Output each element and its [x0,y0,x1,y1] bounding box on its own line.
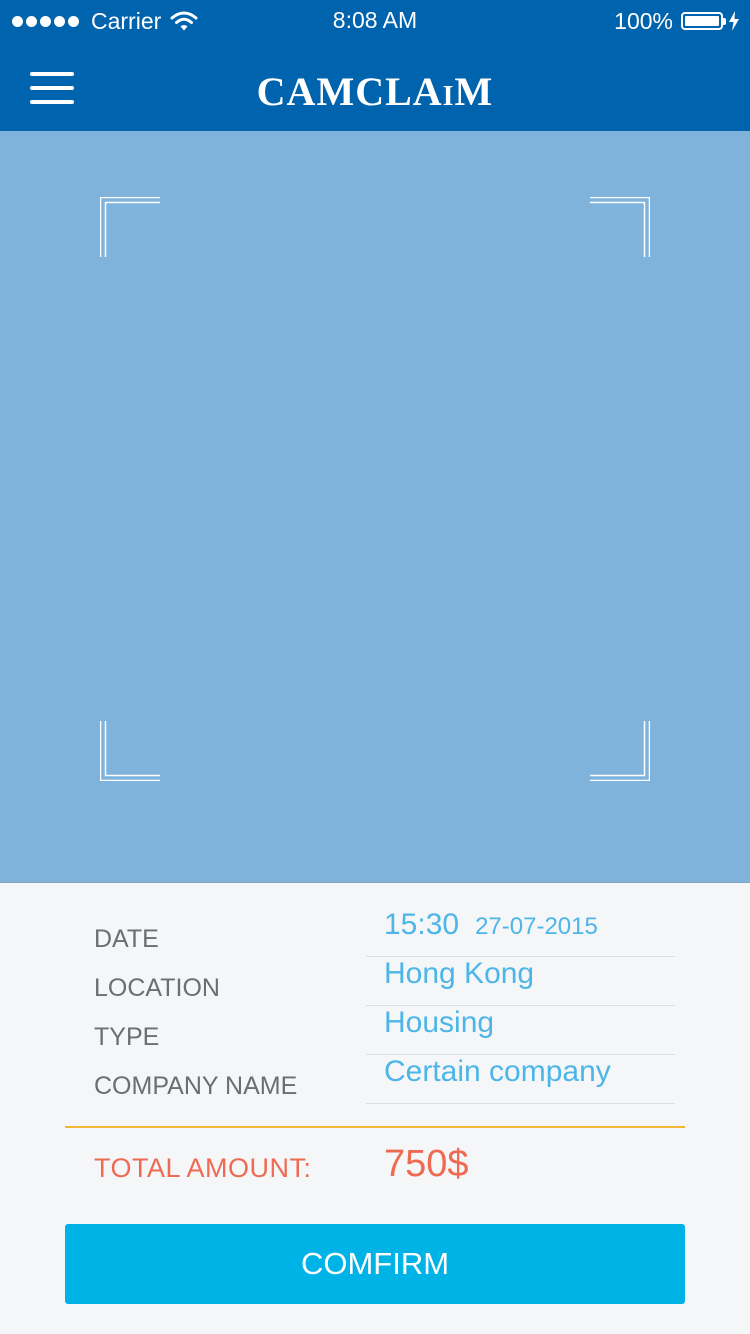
camera-viewfinder[interactable] [0,131,750,883]
status-bar: Carrier 8:08 AM 100% [0,0,750,44]
corner-bracket-bottom-left-icon [100,721,160,781]
location-label: LOCATION [94,974,220,1002]
company-name-field[interactable]: Certain company [366,1055,675,1104]
type-label: TYPE [94,1023,160,1051]
app-logo: CAMCLAiM [256,69,494,114]
battery-percentage: 100% [614,7,673,34]
divider [65,1126,685,1128]
corner-bracket-top-right-icon [590,197,650,257]
corner-bracket-bottom-right-icon [590,721,650,781]
nav-bar: CAMCLAiM [0,44,750,131]
total-amount-value: 750$ [384,1143,469,1185]
corner-bracket-top-left-icon [100,197,160,257]
total-amount-label: TOTAL AMOUNT: [94,1153,312,1183]
company-name-label: COMPANY NAME [94,1072,298,1100]
charging-bolt-icon [729,11,739,31]
date-label: DATE [94,925,159,953]
status-right: 100% [614,7,740,35]
date-field[interactable]: 15:30 27-07-2015 [366,908,675,957]
battery-icon [681,12,726,30]
date-day-value: 27-07-2015 [475,913,598,940]
confirm-button[interactable]: COMFIRM [65,1224,685,1304]
claim-details: DATE 15:30 27-07-2015 LOCATION Hong Kong … [0,883,750,1334]
location-field[interactable]: Hong Kong [366,957,675,1006]
type-field[interactable]: Housing [366,1006,675,1055]
date-time-value: 15:30 [384,908,460,941]
